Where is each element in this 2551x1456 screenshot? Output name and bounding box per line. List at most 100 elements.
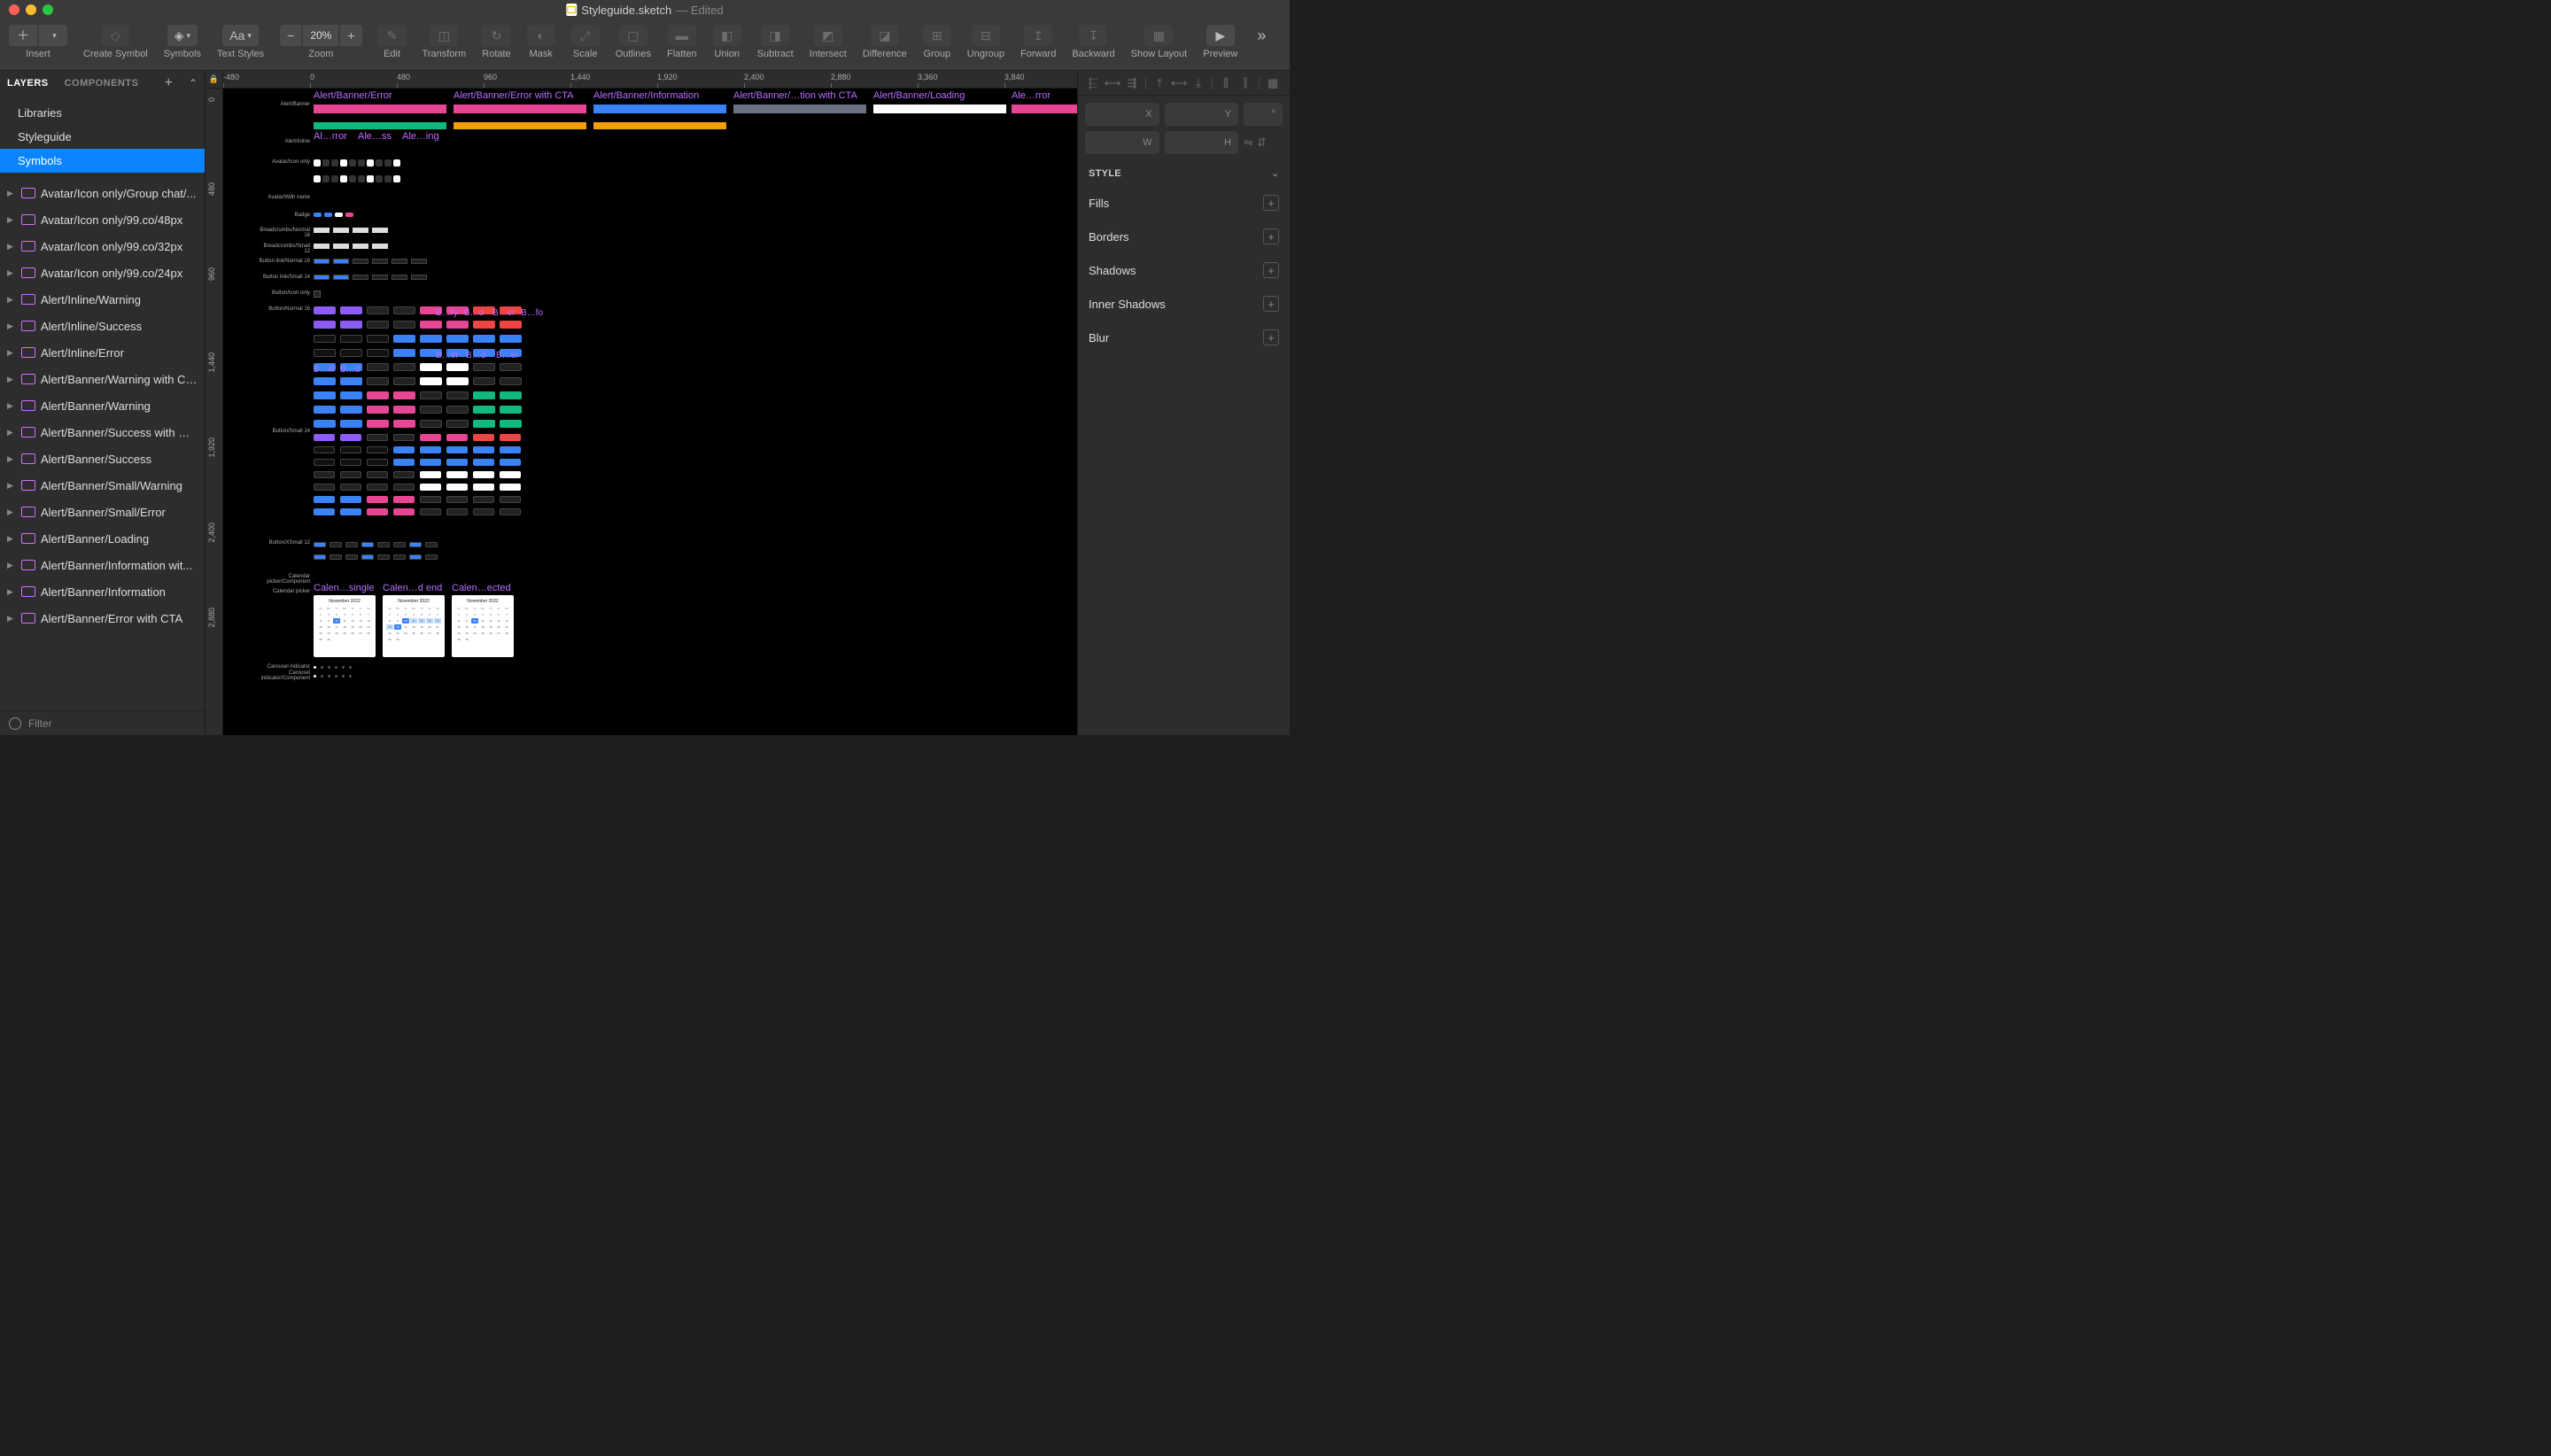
y-field[interactable]: Y	[1165, 103, 1239, 126]
union-button[interactable]: ◧	[713, 25, 741, 46]
button-chip[interactable]	[473, 377, 495, 385]
align-top-button[interactable]: ⤒	[1151, 76, 1167, 90]
artboard-label[interactable]: Al…rror	[314, 131, 347, 142]
avatar-chip[interactable]	[314, 175, 321, 182]
artboard-label[interactable]: Alert/Banner/Error with CTA	[454, 90, 574, 101]
button-chip[interactable]	[409, 554, 422, 560]
carousel-dot[interactable]	[321, 666, 323, 669]
page-item-styleguide[interactable]: Styleguide	[0, 125, 205, 149]
artboard-label[interactable]: B…d	[340, 365, 360, 375]
button-chip[interactable]	[446, 391, 469, 399]
button-chip[interactable]	[393, 542, 406, 547]
rotate-button[interactable]: ↻	[482, 25, 510, 46]
carousel-dot[interactable]	[349, 675, 352, 678]
artboard-label[interactable]: Alert/Banner/…tion with CTA	[733, 90, 857, 101]
layer-item[interactable]: ▶Alert/Banner/Information	[0, 578, 205, 605]
button-chip[interactable]	[446, 446, 468, 453]
page-item-libraries[interactable]: Libraries	[0, 101, 205, 125]
button-chip[interactable]	[446, 335, 469, 343]
button-chip[interactable]	[420, 446, 441, 453]
artboard-label[interactable]: B…d	[466, 351, 485, 360]
ungroup-button[interactable]: ⊟	[972, 25, 1000, 46]
button-chip[interactable]	[473, 508, 494, 515]
badge-chip[interactable]	[335, 213, 343, 217]
show-layout-button[interactable]: ▦	[1144, 25, 1173, 46]
button-chip[interactable]	[345, 554, 358, 560]
button-chip[interactable]	[446, 484, 468, 491]
button-link-chip[interactable]	[372, 259, 388, 264]
button-chip[interactable]	[500, 406, 522, 414]
add-style-button[interactable]: +	[1263, 195, 1279, 211]
button-chip[interactable]	[500, 471, 521, 478]
group-button[interactable]: ⊞	[923, 25, 951, 46]
button-chip[interactable]	[420, 484, 441, 491]
button-chip[interactable]	[314, 335, 336, 343]
artboard-label[interactable]: Alert/Banner/Error	[314, 90, 392, 101]
button-chip[interactable]	[314, 349, 336, 357]
button-chip[interactable]	[425, 554, 438, 560]
disclosure-triangle-icon[interactable]: ▶	[7, 428, 16, 438]
button-link-chip[interactable]	[392, 259, 407, 264]
button-link-chip[interactable]	[353, 275, 368, 280]
button-chip[interactable]	[367, 420, 389, 428]
disclosure-triangle-icon[interactable]: ▶	[7, 401, 16, 411]
banner-artboard[interactable]	[314, 122, 446, 129]
artboard-label[interactable]: B…er	[496, 351, 519, 360]
button-chip[interactable]	[314, 420, 336, 428]
forward-button[interactable]: ↥	[1024, 25, 1052, 46]
button-chip[interactable]	[367, 335, 389, 343]
button-link-chip[interactable]	[314, 275, 330, 280]
button-chip[interactable]	[367, 446, 388, 453]
maximize-window-button[interactable]	[43, 4, 53, 15]
disclosure-triangle-icon[interactable]: ▶	[7, 295, 16, 305]
filter-settings-icon[interactable]	[9, 717, 21, 730]
insert-dropdown-button[interactable]: ▾	[39, 25, 67, 46]
button-chip[interactable]	[446, 434, 468, 441]
button-chip[interactable]	[473, 496, 494, 503]
avatar-chip[interactable]	[376, 159, 383, 167]
button-chip[interactable]	[340, 446, 361, 453]
breadcrumb-chip[interactable]	[372, 244, 388, 249]
rotation-field[interactable]: °	[1244, 103, 1283, 126]
artboard-label[interactable]: Calen…d end	[383, 583, 442, 593]
button-chip[interactable]	[393, 391, 415, 399]
layer-item[interactable]: ▶Alert/Banner/Small/Warning	[0, 472, 205, 499]
banner-artboard[interactable]	[733, 105, 866, 113]
button-chip[interactable]	[500, 434, 521, 441]
button-chip[interactable]	[377, 542, 390, 547]
button-chip[interactable]	[500, 484, 521, 491]
button-chip[interactable]	[393, 306, 415, 314]
carousel-dot[interactable]	[328, 675, 330, 678]
button-chip[interactable]	[345, 542, 358, 547]
button-link-chip[interactable]	[314, 259, 330, 264]
artboard-label[interactable]: Calen…single	[314, 583, 374, 593]
button-chip[interactable]	[367, 306, 389, 314]
collapse-pages-button[interactable]: ⌃	[189, 77, 198, 89]
add-style-button[interactable]: +	[1263, 262, 1279, 278]
button-chip[interactable]	[500, 508, 521, 515]
button-link-chip[interactable]	[411, 259, 427, 264]
button-chip[interactable]	[500, 446, 521, 453]
breadcrumb-chip[interactable]	[333, 228, 349, 233]
style-section-borders[interactable]: Borders+	[1078, 220, 1290, 253]
button-chip[interactable]	[473, 420, 495, 428]
button-chip[interactable]	[393, 484, 415, 491]
button-link-chip[interactable]	[411, 275, 427, 280]
button-chip[interactable]	[330, 542, 342, 547]
banner-artboard[interactable]	[593, 122, 726, 129]
button-chip[interactable]	[314, 471, 335, 478]
button-chip[interactable]	[367, 349, 389, 357]
button-chip[interactable]	[367, 406, 389, 414]
button-chip[interactable]	[367, 484, 388, 491]
avatar-chip[interactable]	[376, 175, 383, 182]
button-chip[interactable]	[420, 459, 441, 466]
banner-artboard[interactable]	[873, 105, 1006, 113]
height-field[interactable]: H	[1165, 131, 1239, 154]
disclosure-triangle-icon[interactable]: ▶	[7, 375, 16, 384]
button-chip[interactable]	[340, 420, 362, 428]
button-chip[interactable]	[420, 363, 442, 371]
add-page-button[interactable]: +	[165, 75, 173, 91]
button-link-chip[interactable]	[333, 275, 349, 280]
disclosure-triangle-icon[interactable]: ▶	[7, 454, 16, 464]
layer-item[interactable]: ▶Avatar/Icon only/Group chat/...	[0, 180, 205, 206]
